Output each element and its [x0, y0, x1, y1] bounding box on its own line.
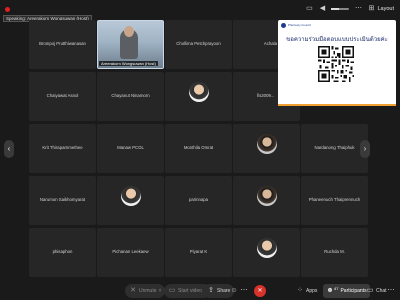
- chat-icon: ▭: [366, 287, 374, 294]
- participant-tile[interactable]: [165, 72, 232, 121]
- participant-tile[interactable]: parinnapa: [165, 176, 232, 225]
- participant-name: Achala: [263, 41, 277, 46]
- layout-label: Layout: [377, 6, 394, 12]
- participants-button[interactable]: ☻ 47 Participants: [323, 284, 370, 298]
- chat-label: Chat: [376, 288, 387, 294]
- participant-name: Chollima Petchprayoon: [176, 41, 221, 46]
- participant-tile[interactable]: [97, 176, 164, 225]
- participant-tile[interactable]: Chaiyawat Asnol: [29, 72, 96, 121]
- volume-slider[interactable]: [331, 8, 350, 10]
- participants-icon: ☻: [326, 287, 334, 294]
- video-off-icon: ▭: [168, 287, 176, 294]
- top-bar: Speaking: Areerakorn Wongsuwan (Host) ▭ …: [0, 0, 400, 22]
- layout-button[interactable]: ⊞ Layout: [367, 5, 394, 13]
- next-page-button[interactable]: ›: [360, 140, 370, 158]
- shared-content-panel[interactable]: Pharmacy Council ขอความร่วมมือตอบแบบประเ…: [278, 20, 396, 106]
- share-screen-icon: ⇪: [208, 287, 214, 294]
- top-controls: ▭ ◀ ⋯ ⊞ Layout: [305, 5, 394, 13]
- unmute-label: Unmute: [139, 288, 157, 294]
- more-panels-button[interactable]: ⋯: [387, 284, 395, 298]
- reactions-button[interactable]: ☺: [230, 284, 238, 298]
- microphone-muted-icon: ✕: [130, 287, 136, 294]
- apps-icon: ⁘: [297, 287, 303, 294]
- more-icon: ⋯: [240, 287, 248, 294]
- participant-name: Manaw PCOL: [117, 145, 144, 150]
- speaker-icon[interactable]: ◀: [318, 5, 326, 13]
- share-label: Share: [217, 288, 231, 294]
- participant-tile[interactable]: phisaphon: [29, 228, 96, 277]
- participant-tile[interactable]: Nardanong Thaiphuk: [301, 124, 368, 173]
- chevron-left-icon: ‹: [7, 144, 11, 153]
- participant-tile[interactable]: Brompoj Prutthiwanasan: [29, 20, 96, 69]
- participant-tile[interactable]: Narumon Saikhomyarat: [29, 176, 96, 225]
- participant-tile[interactable]: [233, 176, 300, 225]
- participant-name: Piyarat K: [189, 249, 208, 254]
- previous-page-button[interactable]: ‹: [4, 140, 14, 158]
- close-icon: ✕: [257, 288, 263, 294]
- participant-tile[interactable]: [233, 124, 300, 173]
- participant-name: Brompoj Prutthiwanasan: [39, 41, 86, 46]
- avatar: [257, 134, 277, 154]
- participant-tile[interactable]: Ruchda M.: [301, 228, 368, 277]
- unmute-button[interactable]: ✕ Unmute ˅: [125, 284, 166, 298]
- participant-tile-video[interactable]: Areerakorn Wongsuwan (Host): [97, 20, 164, 69]
- apps-button[interactable]: ⁘ Apps: [296, 284, 317, 298]
- recording-icon: [5, 7, 10, 12]
- participant-name: phisaphon: [52, 249, 73, 254]
- participant-tile[interactable]: Achala: [233, 20, 279, 69]
- participant-name: parinnapa: [188, 197, 209, 202]
- participant-name: Narumon Saikhomyarat: [39, 197, 86, 202]
- avatar: [257, 238, 277, 258]
- shared-content-accent-bar: [278, 104, 396, 106]
- participant-name: Krit Thiraparnmethee: [42, 145, 83, 150]
- chevron-down-icon: ˅: [158, 288, 162, 294]
- participant-tile[interactable]: Phaneenuch Thaiprennuch: [301, 176, 368, 225]
- participant-name: Areerakorn Wongsuwan (Host): [99, 61, 158, 66]
- participant-tile[interactable]: Manaw PCOL: [97, 124, 164, 173]
- grid-icon: ⊞: [368, 5, 375, 12]
- avatar: [257, 186, 277, 206]
- qr-code-icon: [318, 46, 354, 82]
- participant-tile[interactable]: Chollima Petchprayoon: [165, 20, 232, 69]
- participants-label: Participants: [340, 288, 367, 294]
- leave-meeting-button[interactable]: ✕: [254, 285, 266, 297]
- participant-name: Nardanong Thaiphuk: [314, 145, 355, 150]
- organization-logo-icon: [281, 23, 286, 28]
- participant-tile[interactable]: Monthila Omrat: [165, 124, 232, 173]
- participant-tile[interactable]: Pichanan Leekaew: [97, 228, 164, 277]
- participants-count-badge: 47: [334, 286, 339, 291]
- participant-name: Ruchda M.: [324, 249, 345, 254]
- meeting-toolbar: ✕ Unmute ˅ ▭ Start video ˅ ⇪ Share ☺ ⋯ ✕…: [0, 282, 400, 300]
- chat-button[interactable]: ▭ Chat: [366, 284, 387, 298]
- more-icon[interactable]: ⋯: [354, 5, 362, 13]
- more-icon: ⋯: [387, 287, 395, 294]
- organization-name: Pharmacy Council: [288, 23, 311, 27]
- shared-content-title: ขอความร่วมมือตอบแบบประเมินด้วยค่ะ: [286, 37, 388, 43]
- participant-name: Phaneenuch Thaiprennuch: [308, 197, 361, 202]
- avatar: [189, 82, 209, 102]
- participant-name: Chayanut Ninamorn: [111, 93, 150, 98]
- participant-tile[interactable]: [233, 228, 300, 277]
- apps-label: Apps: [306, 288, 318, 294]
- more-options-button[interactable]: ⋯: [240, 284, 248, 298]
- chevron-right-icon: ›: [363, 144, 367, 153]
- start-video-label: Start video: [178, 288, 202, 294]
- smiley-icon: ☺: [230, 287, 238, 294]
- avatar: [121, 186, 141, 206]
- video-settings-icon[interactable]: ▭: [305, 5, 313, 13]
- participant-name: Pichanan Leekaew: [112, 249, 149, 254]
- participant-tile[interactable]: Chayanut Ninamorn: [97, 72, 164, 121]
- participant-name: Chaiyawat Asnol: [46, 93, 79, 98]
- video-person-head: [124, 26, 134, 37]
- participant-name: Monthila Omrat: [183, 145, 214, 150]
- participant-tile[interactable]: Krit Thiraparnmethee: [29, 124, 96, 173]
- participant-tile[interactable]: Piyarat K: [165, 228, 232, 277]
